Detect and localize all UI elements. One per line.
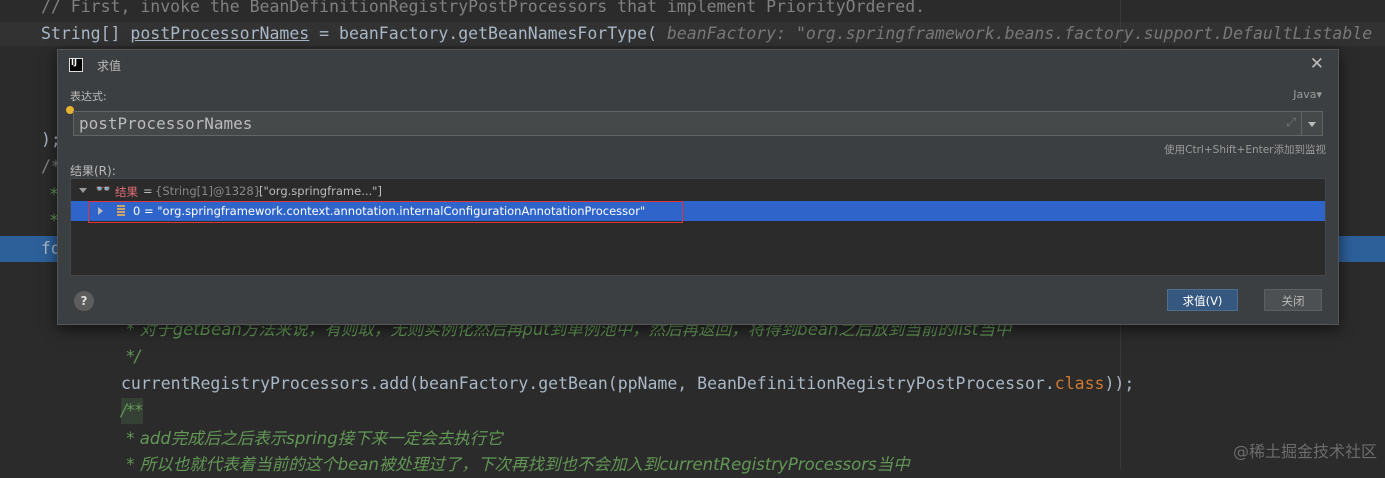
code-add-line: currentRegistryProcessors.add(beanFactor… <box>121 371 1134 397</box>
evaluate-button[interactable]: 求值(V) <box>1167 289 1238 311</box>
call-token: = beanFactory.getBeanNamesForType( <box>309 24 657 43</box>
root-eq: = <box>143 184 153 198</box>
highlight-annotation-box <box>88 201 683 223</box>
inline-value-hint: beanFactory: "org.springframework.beans.… <box>666 24 1373 43</box>
expression-label: 表达式: <box>70 90 107 103</box>
root-value: ["org.springframe..."] <box>259 184 382 198</box>
expression-input[interactable] <box>79 113 1269 134</box>
close-icon[interactable]: ✕ <box>1310 54 1324 74</box>
collapse-arrow-icon[interactable] <box>79 188 87 193</box>
variable-token: postProcessorNames <box>130 24 310 43</box>
root-name: 结果 <box>115 185 138 199</box>
type-token: String[] <box>41 24 131 43</box>
watermark: @稀土掘金技术社区 <box>1232 442 1377 461</box>
language-selector[interactable]: Java▾ <box>1293 88 1322 101</box>
call-token: currentRegistryProcessors.add(beanFactor… <box>121 374 1055 393</box>
keyword-token: class <box>1054 374 1105 393</box>
shortcut-hint: 使用Ctrl+Shift+Enter添加到监视 <box>1164 144 1326 156</box>
expand-icon[interactable]: ⤢ <box>1286 115 1296 130</box>
result-tree[interactable]: 👓 结果 = {String[1]@1328} ["org.springfram… <box>70 178 1326 276</box>
watch-glasses-icon: 👓 <box>95 182 112 197</box>
paren-token: )); <box>1104 374 1135 393</box>
evaluate-dialog: 求值 ✕ 表达式: Java▾ ⤢ 使用Ctrl+Shift+Enter添加到监… <box>57 49 1339 325</box>
doc-comment-line: * 所以也就代表着当前的这个bean被处理过了，下次再找到也不会加入到curre… <box>121 455 910 474</box>
dialog-title: 求值 <box>97 59 122 73</box>
close-button[interactable]: 关闭 <box>1264 289 1322 311</box>
doc-comment-end: */ <box>121 347 141 366</box>
result-label: 结果(R): <box>70 164 116 178</box>
code-declaration-line: String[] postProcessorNames = beanFactor… <box>41 21 1372 47</box>
tree-row-root[interactable]: 👓 结果 = {String[1]@1328} ["org.springfram… <box>71 181 1325 201</box>
expression-field[interactable]: ⤢ <box>73 111 1305 136</box>
history-dropdown-button[interactable] <box>1301 111 1323 136</box>
code-comment-line: // First, invoke the BeanDefinitionRegis… <box>41 0 926 16</box>
dialog-titlebar[interactable]: 求值 ✕ <box>58 50 1338 80</box>
root-type: {String[1]@1328} <box>155 184 262 198</box>
doc-comment-line: * add完成后之后表示spring接下来一定会去执行它 <box>121 429 503 448</box>
help-icon[interactable]: ? <box>74 291 94 311</box>
intellij-icon <box>69 58 83 72</box>
doc-comment-open: /** <box>121 398 144 424</box>
